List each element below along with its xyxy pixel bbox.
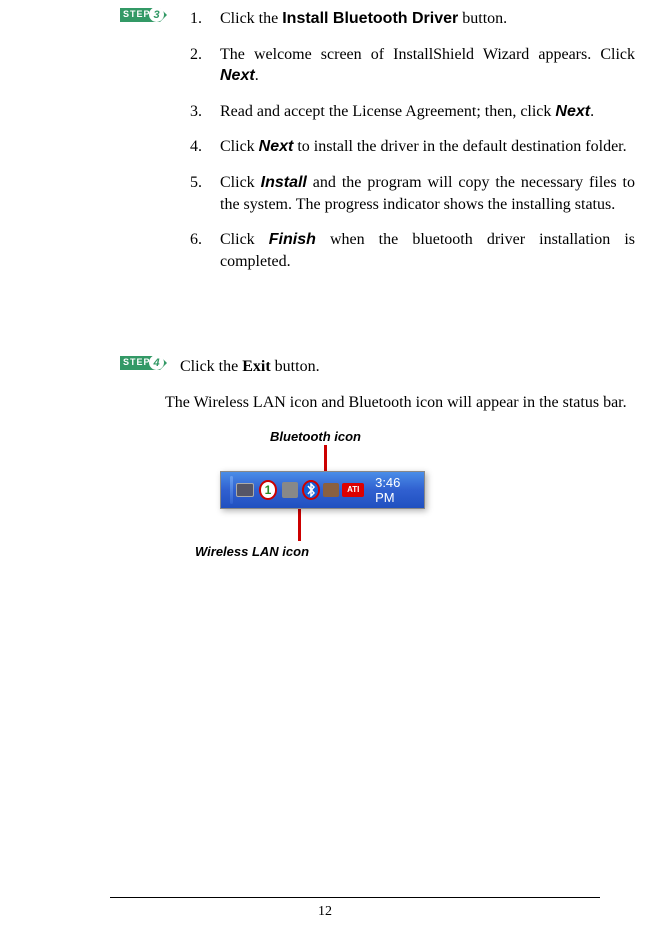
tray-expand-arrow-icon[interactable]	[230, 476, 233, 504]
tray-icon[interactable]	[323, 481, 339, 499]
item-text: Click Install and the program will copy …	[220, 172, 635, 215]
list-item: 2. The welcome screen of InstallShield W…	[190, 44, 635, 87]
list-item: 3. Read and accept the License Agreement…	[190, 101, 635, 123]
item-number: 4.	[190, 136, 220, 158]
list-item: 1. Click the Install Bluetooth Driver bu…	[190, 8, 635, 30]
step4-badge-label: STEP	[123, 357, 151, 367]
step4-block: STEP 4 Click the Exit button. The Wirele…	[120, 356, 635, 413]
step3-badge-number: 3	[149, 7, 164, 22]
item-number: 3.	[190, 101, 220, 123]
wlan-label: Wireless LAN icon	[195, 544, 309, 559]
tray-icon[interactable]	[282, 481, 298, 499]
clock-time[interactable]: 3:46 PM	[375, 475, 419, 505]
step4-body: The Wireless LAN icon and Bluetooth icon…	[165, 392, 635, 414]
item-text: The welcome screen of InstallShield Wiza…	[220, 44, 635, 87]
step4-badge: STEP 4	[120, 356, 170, 372]
item-text: Click Finish when the bluetooth driver i…	[220, 229, 635, 272]
item-text: Click Next to install the driver in the …	[220, 136, 635, 158]
item-number: 1.	[190, 8, 220, 30]
bluetooth-icon[interactable]	[302, 480, 321, 500]
item-text: Read and accept the License Agreement; t…	[220, 101, 635, 123]
windows-taskbar-tray: 1 ATI 3:46 PM	[220, 471, 425, 509]
step3-list: 1. Click the Install Bluetooth Driver bu…	[190, 8, 635, 286]
ati-icon[interactable]: ATI	[342, 483, 364, 497]
step3-badge-label: STEP	[123, 9, 151, 19]
list-item: 6. Click Finish when the bluetooth drive…	[190, 229, 635, 272]
page-footer: 12	[0, 897, 650, 920]
step3-block: STEP 3 1. Click the Install Bluetooth Dr…	[120, 8, 635, 286]
taskbar-figure: Bluetooth icon Wireless LAN icon 1 ATI 3…	[0, 429, 650, 579]
item-text: Click the Install Bluetooth Driver butto…	[220, 8, 635, 30]
step3-badge: STEP 3	[120, 8, 170, 24]
page-number: 12	[318, 904, 332, 919]
item-number: 6.	[190, 229, 220, 272]
list-item: 4. Click Next to install the driver in t…	[190, 136, 635, 158]
step4-line1: Click the Exit button.	[180, 356, 320, 378]
monitor-icon[interactable]	[236, 481, 254, 499]
item-number: 2.	[190, 44, 220, 87]
list-item: 5. Click Install and the program will co…	[190, 172, 635, 215]
bluetooth-label: Bluetooth icon	[270, 429, 361, 444]
item-number: 5.	[190, 172, 220, 215]
wireless-lan-icon[interactable]: 1	[259, 480, 278, 500]
